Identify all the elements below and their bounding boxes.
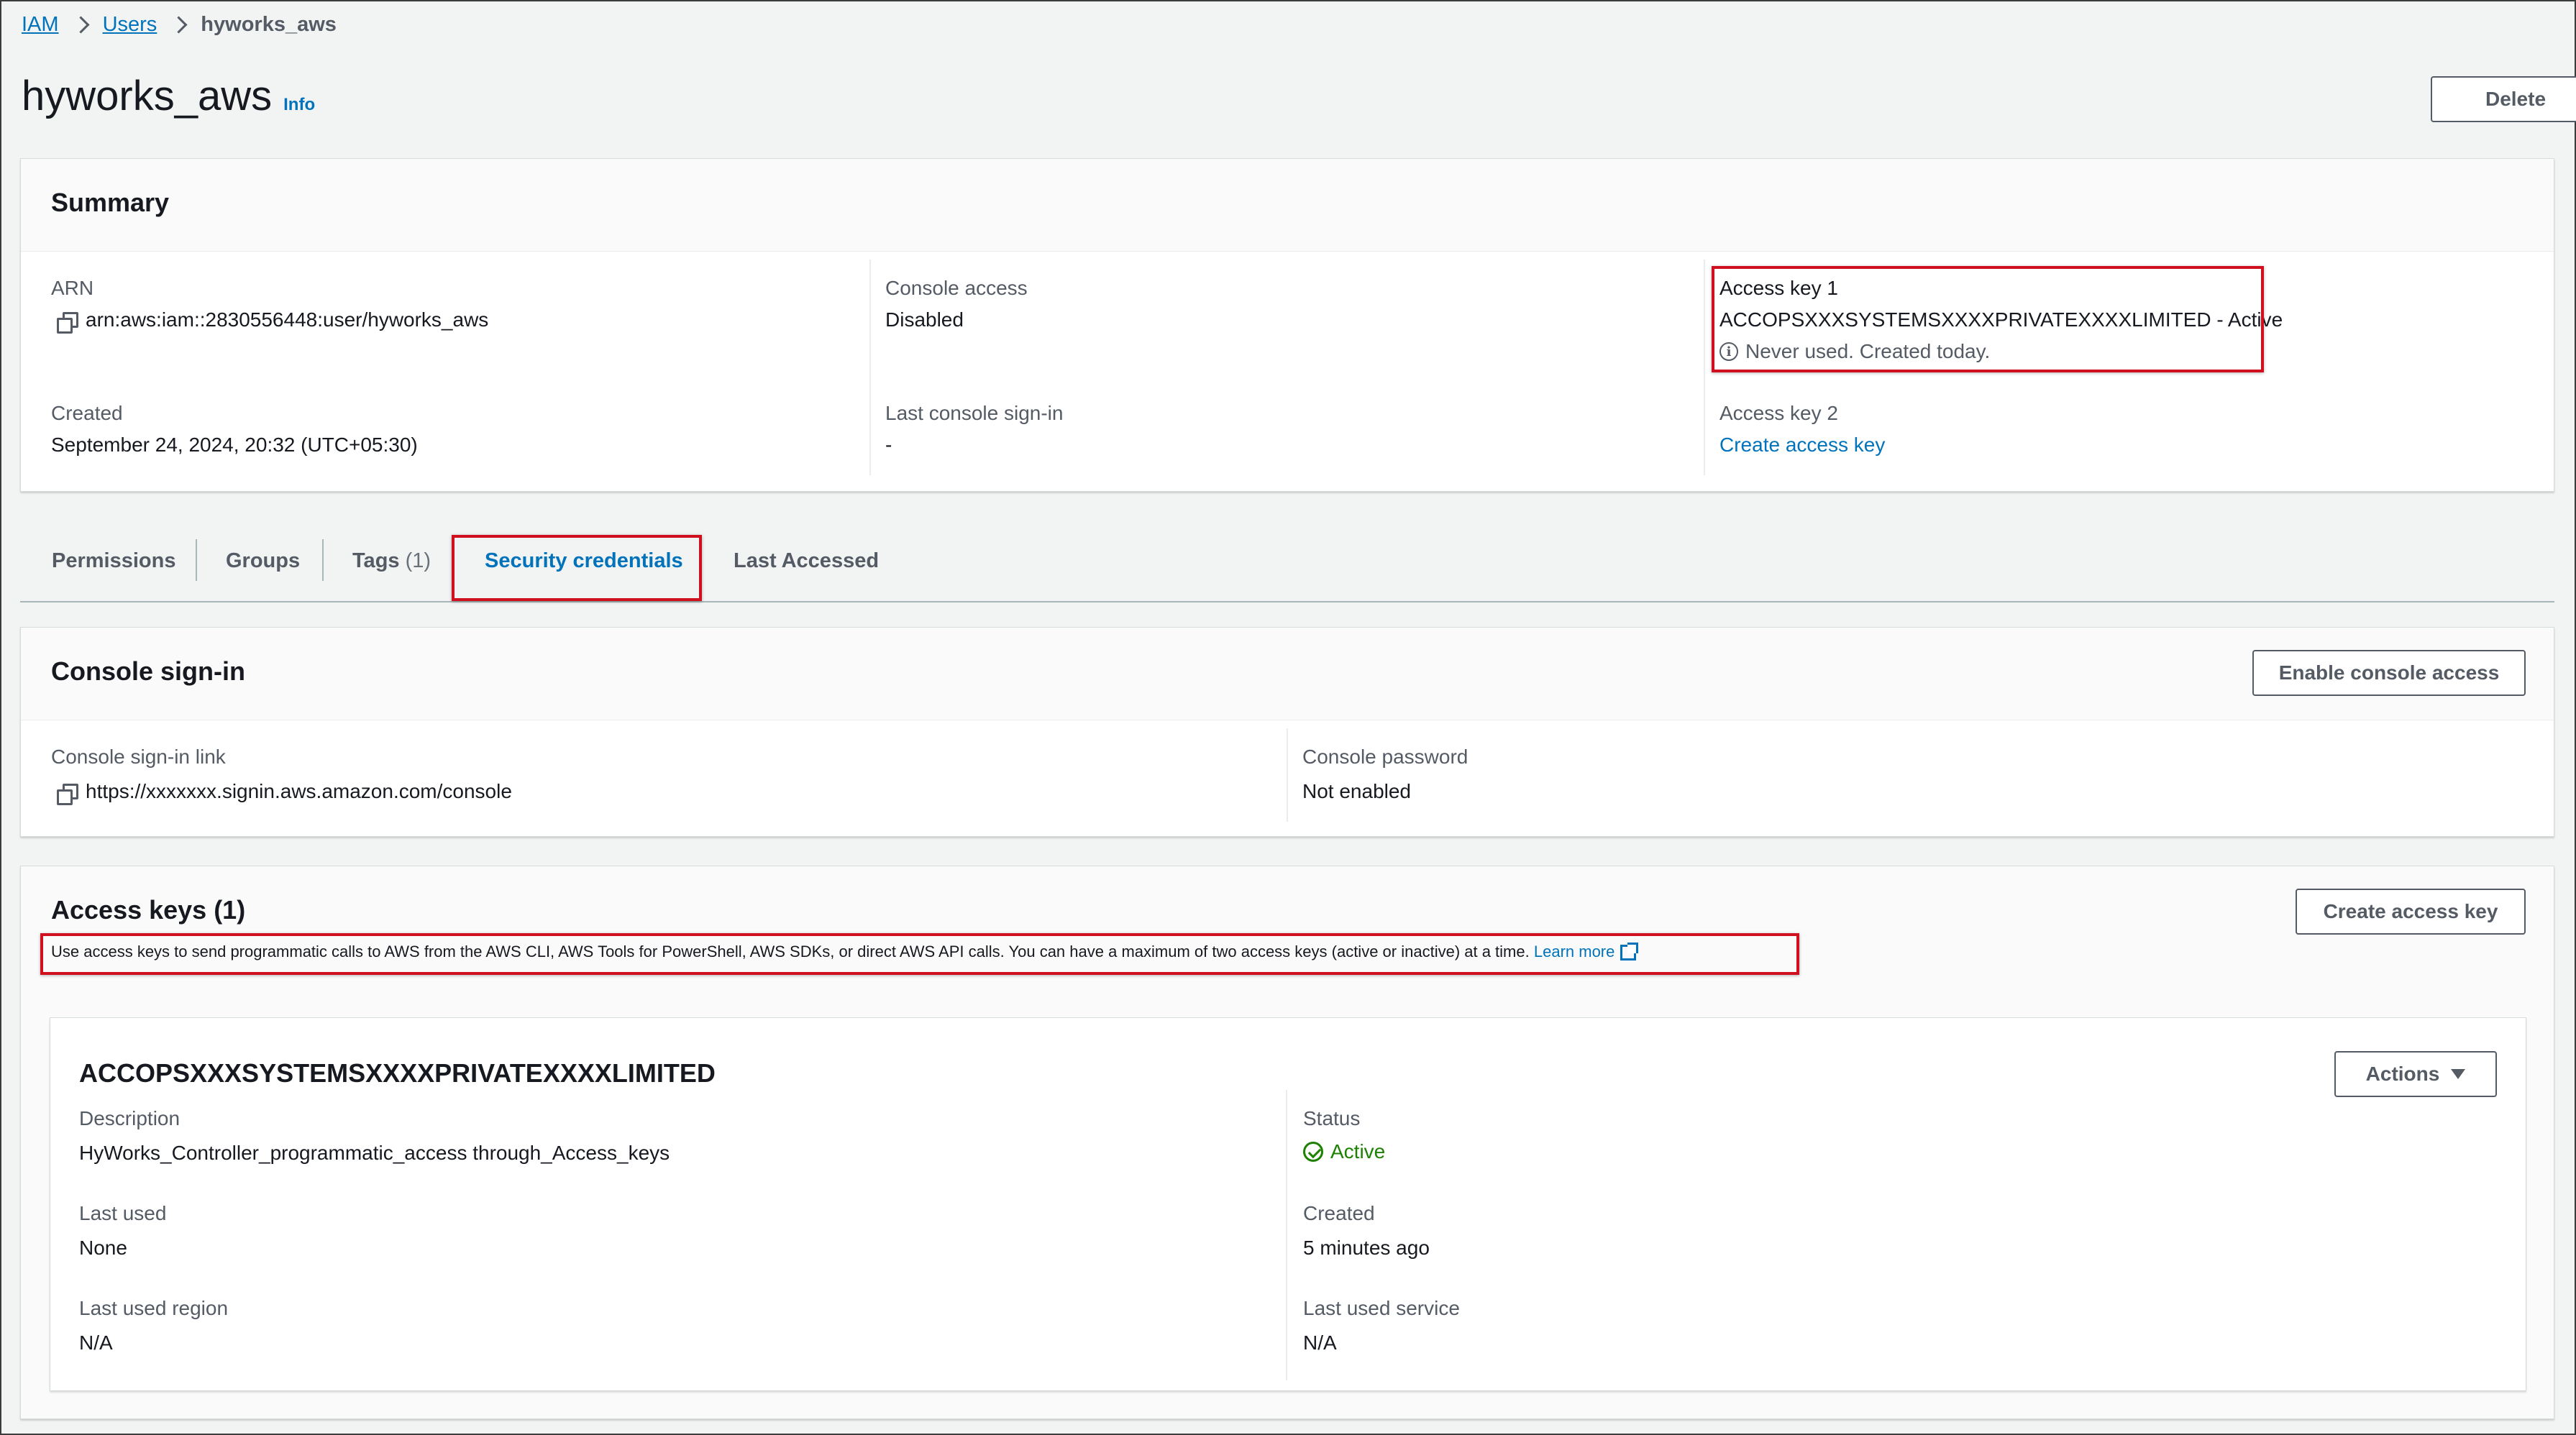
key-last-used-region-label: Last used region [79, 1297, 229, 1319]
chevron-right-icon [170, 16, 188, 34]
column-divider [869, 260, 871, 475]
console-signin-title: Console sign-in [51, 656, 245, 686]
access-key-card: ACCOPSXXXSYSTEMSXXXXPRIVATEXXXXLIMITED D… [50, 1017, 2526, 1391]
delete-button[interactable]: Delete [2431, 76, 2576, 122]
copy-icon[interactable] [57, 311, 78, 334]
enable-console-access-button[interactable]: Enable console access [2252, 650, 2526, 696]
key-created-label: Created [1303, 1202, 1375, 1224]
tab-divider [196, 539, 197, 581]
breadcrumb-iam[interactable]: IAM [22, 13, 59, 37]
access-key2-label: Access key 2 [1719, 402, 1838, 424]
chevron-right-icon [72, 16, 90, 34]
page-title: hyworks_aws Info [22, 72, 315, 120]
info-link[interactable]: Info [283, 95, 315, 115]
key-last-used-value: None [79, 1237, 127, 1259]
key-status-label: Status [1303, 1107, 1361, 1129]
tabs: Permissions Groups Tags (1) Security cre… [20, 532, 2554, 602]
summary-title: Summary [51, 188, 170, 217]
highlight-security-tab [452, 535, 702, 601]
signin-link-value: https://xxxxxxx.signin.aws.amazon.com/co… [86, 780, 512, 802]
breadcrumb-current: hyworks_aws [201, 13, 337, 36]
console-access-value: Disabled [885, 308, 964, 331]
key-description-label: Description [79, 1107, 181, 1129]
key-last-used-region-value: N/A [79, 1331, 113, 1354]
signin-link-label: Console sign-in link [51, 746, 226, 768]
console-signin-header: Console sign-in [21, 628, 2554, 720]
breadcrumb: IAM Users hyworks_aws [22, 13, 337, 37]
create-access-key-link[interactable]: Create access key [1719, 434, 1885, 457]
arn-label: ARN [51, 277, 94, 299]
actions-label: Actions [2365, 1063, 2440, 1085]
create-access-key-button[interactable]: Create access key [2296, 889, 2526, 935]
last-signin-value: - [885, 434, 892, 456]
console-password-label: Console password [1302, 746, 1469, 768]
key-last-used-label: Last used [79, 1202, 167, 1224]
column-divider [1704, 260, 1705, 475]
caret-down-icon [2451, 1069, 2466, 1079]
console-password-value: Not enabled [1302, 780, 1412, 802]
access-keys-title: Access keys (1) [51, 895, 246, 925]
tab-divider [322, 539, 324, 581]
tab-permissions[interactable]: Permissions [52, 549, 175, 573]
tab-last-accessed[interactable]: Last Accessed [734, 549, 879, 573]
tab-tags-count: (1) [405, 549, 431, 572]
tab-tags-label: Tags [352, 549, 400, 572]
summary-header: Summary [21, 159, 2554, 252]
column-divider [1286, 1090, 1287, 1380]
console-signin-panel: Console sign-in Console sign-in link htt… [20, 627, 2554, 837]
actions-dropdown-button[interactable]: Actions [2334, 1051, 2497, 1097]
page-title-text: hyworks_aws [22, 73, 273, 119]
key-created-value: 5 minutes ago [1303, 1237, 1430, 1259]
arn-value: arn:aws:iam::2830556448:user/hyworks_aws [86, 308, 489, 331]
tab-tags[interactable]: Tags (1) [352, 549, 431, 573]
access-key-id: ACCOPSXXXSYSTEMSXXXXPRIVATEXXXXLIMITED [79, 1058, 716, 1088]
key-status-value: Active [1330, 1140, 1386, 1163]
signin-link-row: https://xxxxxxx.signin.aws.amazon.com/co… [57, 780, 512, 805]
highlight-access-keys-description [40, 933, 1799, 975]
created-value: September 24, 2024, 20:32 (UTC+05:30) [51, 434, 418, 456]
arn-value-row: arn:aws:iam::2830556448:user/hyworks_aws [57, 308, 489, 334]
copy-icon[interactable] [57, 783, 78, 805]
console-access-label: Console access [885, 277, 1028, 299]
tab-groups[interactable]: Groups [226, 549, 300, 573]
key-last-used-service-label: Last used service [1303, 1297, 1460, 1319]
key-status-row: Active [1303, 1140, 1385, 1163]
breadcrumb-users[interactable]: Users [103, 13, 157, 37]
key-last-used-service-value: N/A [1303, 1331, 1337, 1354]
created-label: Created [51, 402, 123, 424]
last-signin-label: Last console sign-in [885, 402, 1064, 424]
column-divider [1287, 728, 1288, 822]
check-circle-icon [1303, 1142, 1323, 1162]
key-description-value: HyWorks_Controller_programmatic_access t… [79, 1142, 670, 1164]
highlight-access-key1 [1712, 266, 2264, 372]
